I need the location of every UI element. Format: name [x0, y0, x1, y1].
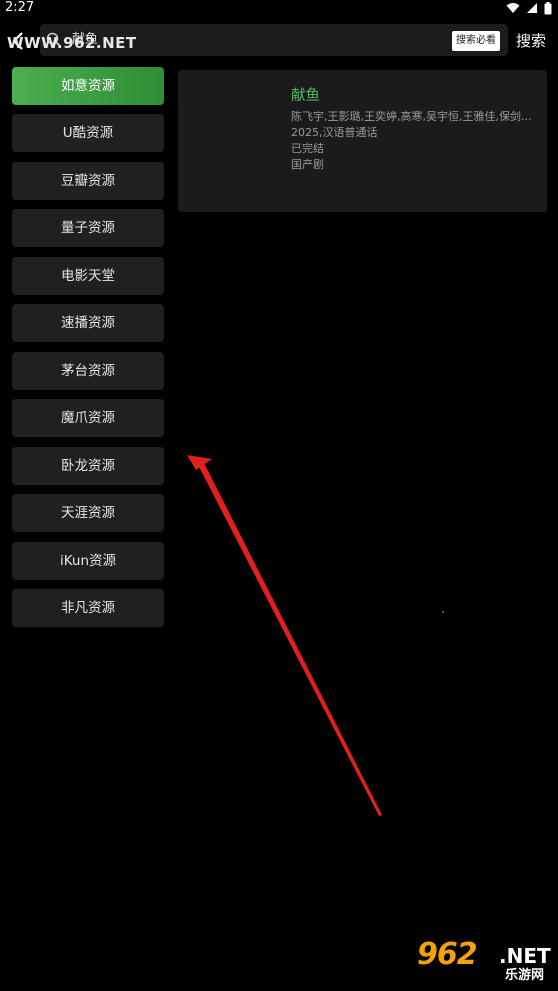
app-screen: 2:27 献鱼 搜索必看 搜索 WWW.962.NET 如意资源 U酷资源 豆瓣… — [0, 0, 558, 991]
result-title: 献鱼 — [291, 88, 320, 104]
result-category: 国产剧 — [291, 158, 324, 171]
poster-image — [188, 80, 280, 202]
status-icons — [506, 1, 552, 15]
search-button[interactable]: 搜索 — [516, 28, 546, 54]
site-watermark-bottom: 962 .NET 乐游网 — [417, 938, 555, 988]
watermark-net: .NET — [499, 944, 551, 968]
watermark-subtitle: 乐游网 — [505, 968, 545, 983]
signal-icon — [526, 2, 538, 14]
wifi-icon — [506, 2, 520, 14]
status-time: 2:27 — [5, 0, 35, 15]
source-button-ikun[interactable]: iKun资源 — [12, 542, 164, 580]
source-button-mozhao[interactable]: 魔爪资源 — [12, 399, 164, 437]
source-button-tianya[interactable]: 天涯资源 — [12, 494, 164, 532]
status-bar: 2:27 — [0, 0, 558, 18]
source-button-douban[interactable]: 豆瓣资源 — [12, 162, 164, 200]
source-button-dianying-tiantang[interactable]: 电影天堂 — [12, 257, 164, 295]
result-cast: 陈飞宇,王影璐,王奕婷,高寒,吴宇恒,王雅佳,保剑... — [291, 110, 531, 123]
watermark-logo: 962 — [417, 937, 478, 972]
site-watermark-top: WWW.962.NET — [7, 34, 137, 52]
result-status: 已完结 — [291, 142, 324, 155]
source-button-uku[interactable]: U酷资源 — [12, 114, 164, 152]
source-button-ruyi[interactable]: 如意资源 — [12, 67, 164, 105]
source-button-maotai[interactable]: 茅台资源 — [12, 352, 164, 390]
source-button-feifan[interactable]: 非凡资源 — [12, 589, 164, 627]
source-button-subo[interactable]: 速播资源 — [12, 304, 164, 342]
source-button-wolong[interactable]: 卧龙资源 — [12, 447, 164, 485]
search-must-see-tag[interactable]: 搜索必看 — [452, 31, 500, 51]
result-year-language: 2025,汉语普通话 — [291, 126, 378, 139]
battery-icon — [544, 1, 552, 15]
source-button-liangzi[interactable]: 量子资源 — [12, 209, 164, 247]
result-card[interactable]: 献鱼 陈飞宇,王影璐,王奕婷,高寒,吴宇恒,王雅佳,保剑... 2025,汉语普… — [178, 70, 547, 212]
